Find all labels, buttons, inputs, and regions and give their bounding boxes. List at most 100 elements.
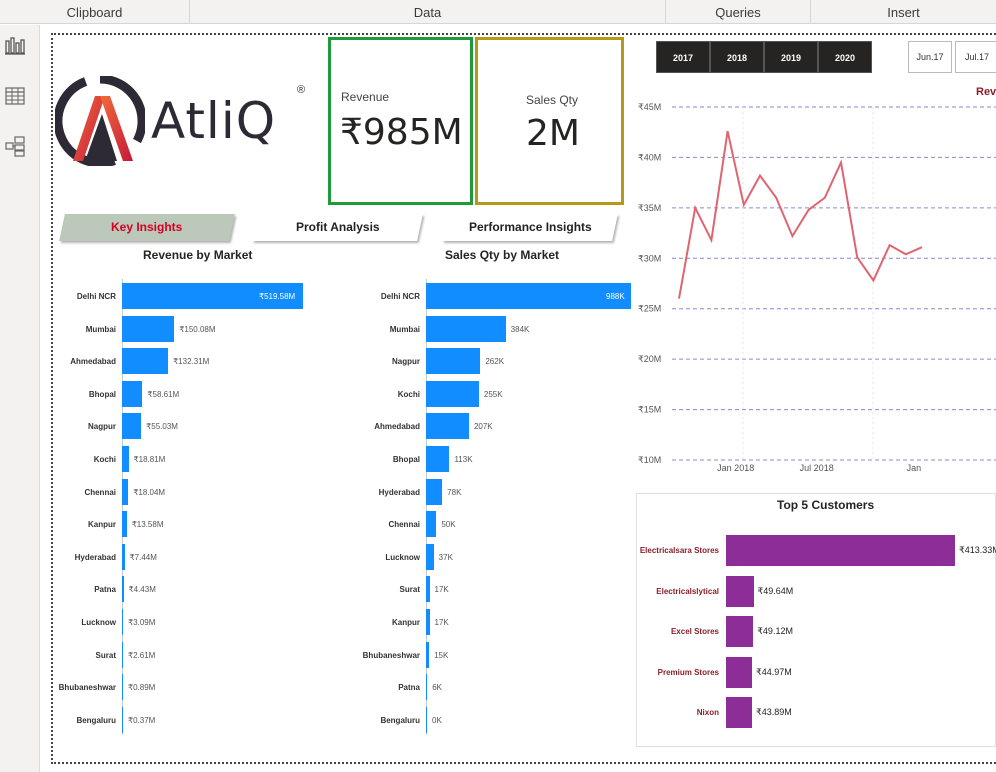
bar[interactable] [426, 543, 434, 570]
customer-value-label: ₹43.89M [756, 707, 792, 717]
category-label: Delhi NCR [380, 292, 420, 301]
bar[interactable] [426, 576, 430, 603]
bar[interactable] [426, 478, 443, 505]
year-button-2018[interactable]: 2018 [710, 41, 764, 73]
category-label: Lucknow [81, 618, 116, 627]
bar[interactable] [122, 543, 125, 570]
y-tick-label: ₹45M [638, 102, 661, 112]
bar[interactable] [122, 380, 143, 407]
x-tick-label: Jul 2018 [800, 463, 834, 473]
customer-bar[interactable] [726, 656, 752, 688]
tab-key-insights[interactable]: Key Insights [59, 214, 235, 241]
bar-value-label: 78K [447, 487, 462, 497]
bar[interactable] [426, 413, 469, 440]
sales-qty-kpi-value: 2M [526, 113, 580, 154]
bar-value-label: ₹18.04M [133, 487, 166, 497]
bar[interactable] [426, 348, 481, 375]
bar[interactable] [122, 511, 127, 538]
bar-value-label: ₹0.89M [128, 683, 156, 693]
y-tick-label: ₹15M [638, 405, 661, 415]
line-chart-title: Rev [976, 86, 996, 98]
bar[interactable] [426, 609, 430, 635]
tab-profit-analysis-label: Profit Analysis [295, 220, 380, 234]
bar[interactable] [122, 478, 129, 505]
bar[interactable] [122, 413, 142, 440]
bar[interactable] [426, 446, 450, 472]
ribbon-group-data[interactable]: Data [190, 0, 666, 24]
bar-value-label: ₹150.08M [179, 324, 216, 334]
top-5-customers-chart[interactable]: Top 5 Customers Electricalsara Stores ₹41… [636, 493, 996, 747]
bar[interactable] [122, 674, 123, 701]
category-label: Kochi [397, 389, 420, 399]
table-view-icon[interactable] [4, 85, 26, 107]
atliq-logo: AtliQ ® [53, 74, 315, 168]
revenue-trend-line-chart[interactable]: Rev ₹45M ₹40M ₹35M ₹30M ₹25M ₹20M ₹15M ₹10M Jan 2… [632, 80, 996, 480]
sales-qty-kpi-card[interactable]: Sales Qty 2M [475, 37, 624, 205]
customer-bar[interactable] [726, 697, 752, 728]
category-label: Bhopal [392, 455, 420, 464]
bar[interactable] [122, 576, 124, 603]
report-view-icon[interactable] [4, 35, 26, 57]
customer-bar[interactable] [726, 535, 955, 566]
atliq-logo-text: AtliQ [151, 92, 277, 150]
ribbon-group-insert[interactable]: Insert [811, 0, 996, 24]
bar[interactable] [426, 511, 437, 538]
bar[interactable] [426, 641, 430, 668]
tab-key-insights-label: Key Insights [111, 220, 183, 234]
bar[interactable] [426, 315, 506, 342]
year-button-2020[interactable]: 2020 [818, 41, 872, 73]
bar[interactable] [122, 348, 169, 375]
bar-value-label: 262K [485, 357, 505, 367]
category-label: Ahmedabad [374, 422, 420, 432]
month-button-jun17[interactable]: Jun.17 [908, 41, 952, 73]
customer-label: Nixon [696, 708, 719, 717]
y-tick-label: ₹40M [638, 152, 661, 162]
bar-value-label: ₹3.09M [128, 618, 156, 627]
atliq-logo-mark [53, 74, 147, 168]
category-label: Patna [398, 683, 420, 693]
revenue-kpi-card[interactable]: Revenue ₹985M [328, 37, 473, 205]
category-label: Surat [399, 585, 420, 595]
bar-value-label: 113K [454, 455, 473, 464]
bar-value-label: 384K [510, 324, 530, 334]
bar[interactable] [122, 315, 175, 342]
bar[interactable] [122, 706, 123, 733]
bar-value-label: 50K [441, 520, 456, 530]
year-button-2019[interactable]: 2019 [764, 41, 818, 73]
top-5-customers-title: Top 5 Customers [777, 498, 875, 512]
category-label: Kochi [93, 455, 116, 464]
customer-bar[interactable] [726, 575, 754, 607]
month-button-jul17[interactable]: Jul.17 [955, 41, 996, 73]
category-label: Surat [95, 650, 116, 660]
year-button-2017[interactable]: 2017 [656, 41, 710, 73]
customer-bar[interactable] [726, 616, 754, 647]
bar[interactable] [426, 706, 427, 733]
bar-value-label: ₹2.61M [128, 650, 156, 660]
bar-value-label: ₹58.61M [147, 389, 180, 399]
revenue-kpi-label: Revenue [341, 90, 390, 104]
bar[interactable] [426, 380, 479, 407]
ribbon-group-clipboard[interactable]: Clipboard [0, 0, 190, 24]
customer-value-label: ₹49.12M [757, 626, 793, 636]
bar-value-label: ₹132.31M [173, 357, 210, 367]
model-view-icon[interactable] [4, 135, 26, 157]
revenue-trend-line[interactable] [678, 130, 923, 299]
category-label: Kanpur [88, 520, 116, 530]
bar[interactable] [426, 674, 428, 701]
category-label: Nagpur [88, 422, 116, 432]
tab-profit-analysis[interactable]: Profit Analysis [252, 214, 423, 241]
bar[interactable] [122, 446, 129, 472]
bar-value-label: ₹4.43M [128, 585, 156, 595]
tab-performance-insights[interactable]: Performance Insights [442, 214, 618, 241]
tab-performance-insights-label: Performance Insights [468, 220, 592, 234]
category-label: Chennai [84, 487, 116, 497]
category-label: Bengaluru [380, 715, 420, 725]
category-label: Bhubaneshwar [362, 650, 420, 660]
bar[interactable] [122, 641, 123, 668]
bar[interactable] [122, 609, 124, 635]
bar[interactable] [426, 283, 631, 309]
ribbon-group-queries[interactable]: Queries [666, 0, 811, 24]
category-label: Hyderabad [378, 487, 420, 497]
category-label: Bhopal [88, 389, 116, 399]
bar-value-label: ₹55.03M [146, 422, 178, 432]
